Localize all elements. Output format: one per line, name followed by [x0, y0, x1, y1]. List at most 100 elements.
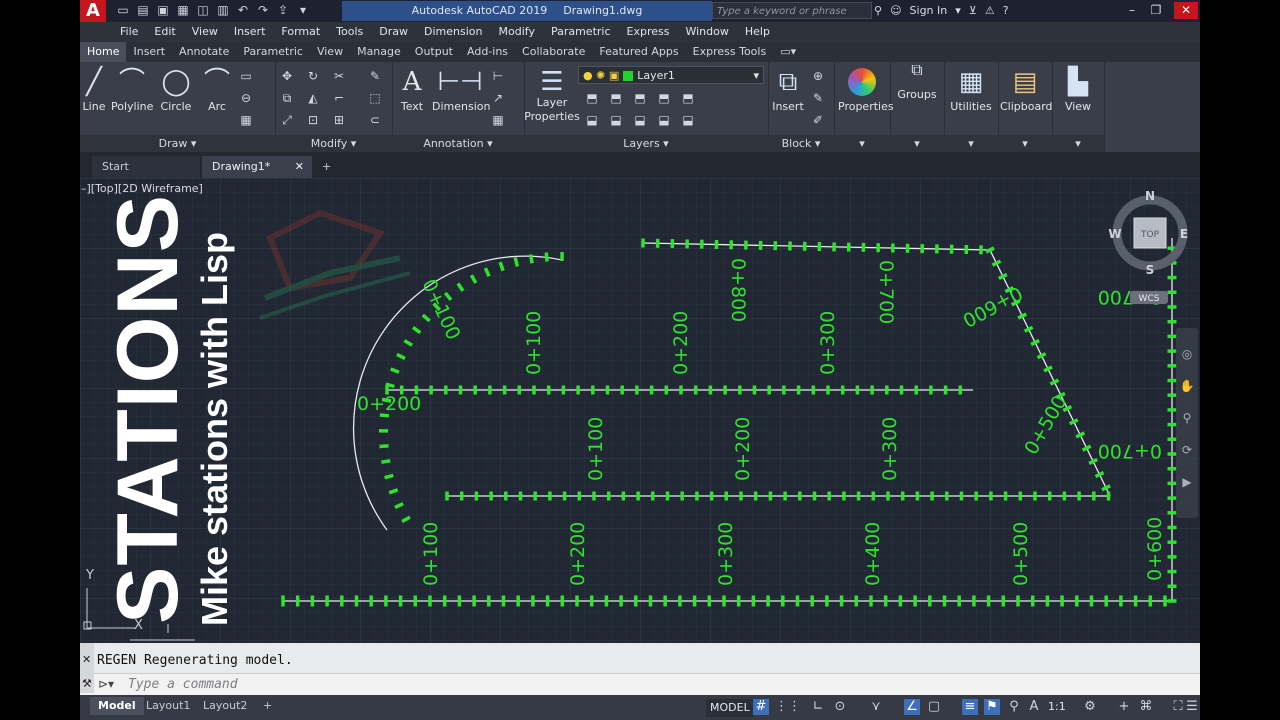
view-button[interactable]: ▙ View	[1055, 64, 1101, 113]
polyline-button[interactable]: ⌒ Polyline	[111, 64, 153, 113]
signin-button[interactable]: Sign In	[910, 0, 948, 22]
viewcube-top[interactable]: TOP	[1140, 230, 1160, 240]
multileader-icon[interactable]: ↗	[490, 90, 506, 106]
stretch-icon[interactable]: ⤢	[279, 112, 295, 128]
layer-tool-2-icon[interactable]: ⬒	[608, 90, 624, 106]
layer-tool-3-icon[interactable]: ⬒	[632, 90, 648, 106]
panel-block-title[interactable]: Block ▾	[768, 135, 834, 152]
tab-output[interactable]: Output	[408, 42, 460, 62]
compass-w[interactable]: W	[1108, 227, 1121, 241]
panel-layers-title[interactable]: Layers ▾	[524, 135, 768, 152]
circle-button[interactable]: ◯ Circle	[153, 64, 199, 113]
share-icon[interactable]: ⇪	[276, 3, 290, 17]
tab-drawing1[interactable]: Drawing1* ✕	[202, 156, 312, 178]
tab-start[interactable]: Start	[92, 156, 200, 178]
menu-tools[interactable]: Tools	[328, 22, 371, 42]
panel-view[interactable]: ▙ View ▾	[1052, 62, 1105, 152]
undo-icon[interactable]: ↶	[236, 3, 250, 17]
insert-block-button[interactable]: ⧉ Insert	[768, 64, 808, 113]
minimize-icon[interactable]: –	[1120, 2, 1144, 19]
units-icon[interactable]: ⌘	[1138, 699, 1154, 715]
open-folder-icon[interactable]: ▤	[136, 3, 150, 17]
tab-manage[interactable]: Manage	[350, 42, 408, 62]
web-mobile-icon[interactable]: ◫	[196, 3, 210, 17]
layer-tool-5-icon[interactable]: ⬒	[680, 90, 696, 106]
hatch-icon[interactable]: ▦	[238, 112, 254, 128]
properties-expand-icon[interactable]: ▾	[834, 135, 890, 152]
layer-dropdown[interactable]: ● ✺ ▣ Layer1 ▾	[578, 66, 764, 84]
ribbon-toggle-icon[interactable]: ▭▾	[773, 42, 803, 62]
panel-modify-title[interactable]: Modify ▾	[275, 135, 392, 152]
help-icon[interactable]: ?	[1003, 0, 1009, 22]
new-tab-icon[interactable]: +	[316, 156, 338, 178]
command-line-grip[interactable]: ✕ ⚒	[80, 643, 94, 693]
save-as-icon[interactable]: ▦	[176, 3, 190, 17]
annotation-scale[interactable]: 1:1	[1048, 699, 1066, 715]
ellipse-icon[interactable]: ⊖	[238, 90, 254, 106]
array-icon[interactable]: ⊞	[331, 112, 347, 128]
showmotion-icon[interactable]: ▶	[1182, 475, 1192, 489]
search-input[interactable]: Type a keyword or phrase	[712, 2, 872, 19]
close-icon[interactable]: ✕	[1174, 2, 1198, 19]
polar-toggle-icon[interactable]: ⊙	[832, 699, 848, 715]
command-line[interactable]: ⊳▾ Type a command	[80, 673, 1200, 696]
annotation-scale-auto-icon[interactable]: ⚲	[1006, 699, 1022, 715]
menu-draw[interactable]: Draw	[371, 22, 416, 42]
model-space-button[interactable]: MODEL	[706, 699, 754, 717]
ortho-toggle-icon[interactable]: ∟	[810, 699, 826, 715]
layer-tool-4-icon[interactable]: ⬒	[656, 90, 672, 106]
compass-e[interactable]: E	[1180, 227, 1188, 241]
leader-icon[interactable]: ⊢	[490, 68, 506, 84]
rectangle-icon[interactable]: ▭	[238, 68, 254, 84]
utilities-button[interactable]: ▦ Utilities	[948, 64, 994, 113]
menu-help[interactable]: Help	[737, 22, 778, 42]
tab-featured-apps[interactable]: Featured Apps	[592, 42, 685, 62]
explode-icon[interactable]: ⬚	[367, 90, 383, 106]
plot-icon[interactable]: ▥	[216, 3, 230, 17]
panel-properties[interactable]: Properties ▾	[834, 62, 894, 152]
panel-draw-title[interactable]: Draw ▾	[80, 135, 275, 152]
create-block-icon[interactable]: ⊕	[810, 68, 826, 84]
copy-icon[interactable]: ⧉	[279, 90, 295, 106]
object-snap-icon[interactable]: ▢	[926, 699, 942, 715]
layer-tool-9-icon[interactable]: ⬓	[656, 112, 672, 128]
tab-collaborate[interactable]: Collaborate	[515, 42, 592, 62]
user-icon[interactable]: ☺	[890, 0, 901, 22]
zoom-icon[interactable]: ⚲	[1183, 411, 1192, 425]
tab-annotate[interactable]: Annotate	[172, 42, 236, 62]
tab-layout2[interactable]: Layout2	[195, 697, 255, 715]
close-tab-icon[interactable]: ✕	[295, 156, 304, 178]
app-logo-icon[interactable]: A	[80, 0, 106, 22]
menu-view[interactable]: View	[184, 22, 226, 42]
erase-icon[interactable]: ✎	[367, 68, 383, 84]
tab-home[interactable]: Home	[80, 42, 127, 62]
pan-icon[interactable]: ✋	[1180, 379, 1195, 393]
menu-insert[interactable]: Insert	[226, 22, 274, 42]
layer-properties-button[interactable]: ☰ Layer Properties	[524, 64, 580, 124]
tab-view[interactable]: View	[310, 42, 350, 62]
save-icon[interactable]: ▣	[156, 3, 170, 17]
menu-window[interactable]: Window	[677, 22, 736, 42]
grid-toggle-icon[interactable]: #	[753, 699, 769, 715]
isodraft-icon[interactable]: ⋎	[868, 699, 884, 715]
steering-wheel-icon[interactable]: ◎	[1182, 347, 1192, 361]
tab-express-tools[interactable]: Express Tools	[686, 42, 774, 62]
object-snap-tracking-icon[interactable]: ∠	[904, 699, 920, 715]
clipboard-expand-icon[interactable]: ▾	[998, 135, 1052, 152]
table-icon[interactable]: ▦	[490, 112, 506, 128]
rotate-icon[interactable]: ↻	[305, 68, 321, 84]
scale-icon[interactable]: ⊡	[305, 112, 321, 128]
tab-layout1[interactable]: Layout1	[138, 697, 198, 715]
groups-expand-icon[interactable]: ▾	[890, 135, 944, 152]
layer-tool-1-icon[interactable]: ⬒	[584, 90, 600, 106]
menu-parametric[interactable]: Parametric	[543, 22, 619, 42]
layer-tool-7-icon[interactable]: ⬓	[608, 112, 624, 128]
utilities-expand-icon[interactable]: ▾	[944, 135, 998, 152]
trim-icon[interactable]: ✂	[331, 68, 347, 84]
panel-clipboard[interactable]: ▤ Clipboard ▾	[998, 62, 1053, 152]
menu-file[interactable]: File	[80, 22, 146, 42]
properties-button[interactable]: Properties	[838, 64, 894, 113]
tab-insert[interactable]: Insert	[126, 42, 172, 62]
lineweight-icon[interactable]: ≡	[962, 699, 978, 715]
edit-block-icon[interactable]: ✎	[810, 90, 826, 106]
